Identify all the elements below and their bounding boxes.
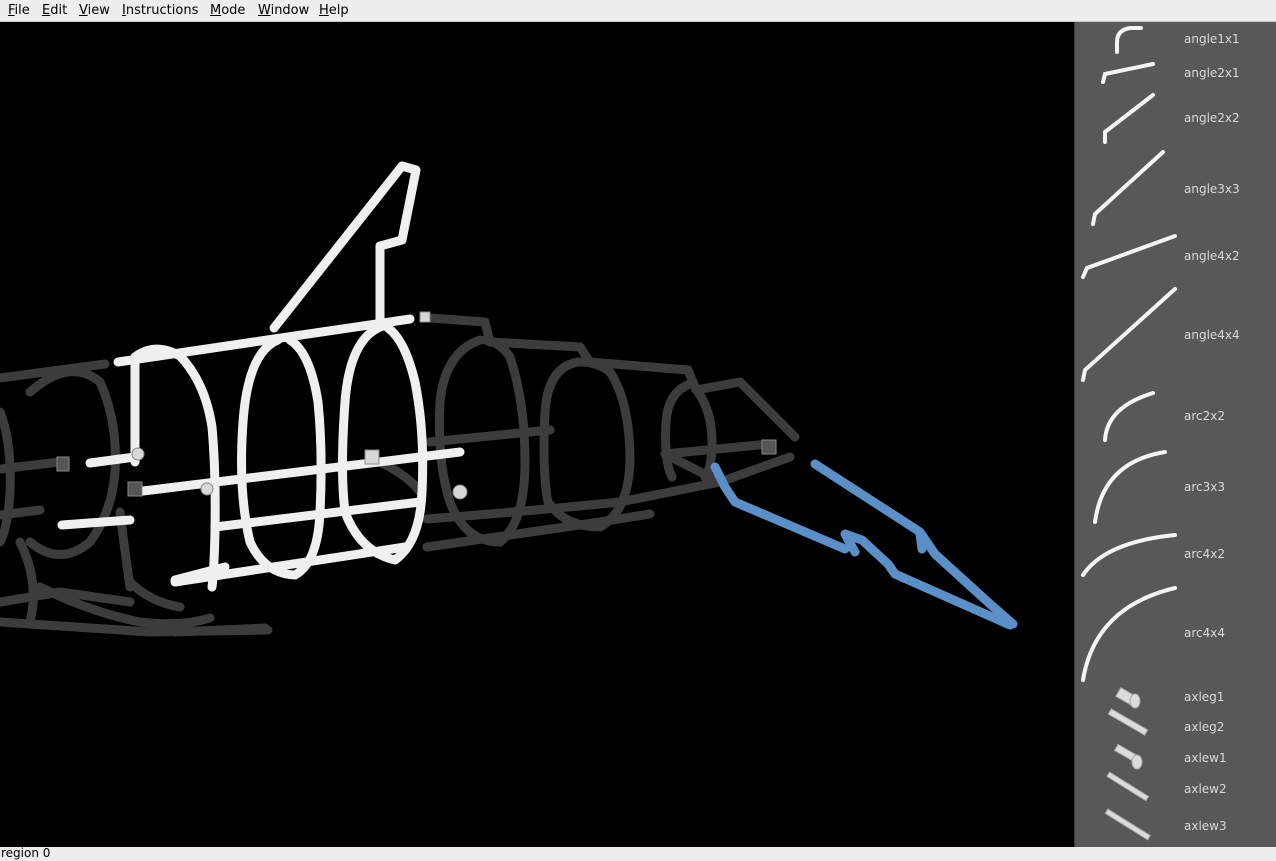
model-render bbox=[0, 161, 1018, 637]
part-thumbnails bbox=[1081, 26, 1177, 841]
menu-mode[interactable]: Mode bbox=[210, 3, 245, 18]
palette-item-axleg2[interactable]: axleg2 bbox=[1184, 720, 1224, 734]
menu-instructions[interactable]: Instructions bbox=[122, 3, 198, 18]
menu-bar: File Edit View Instructions Mode Window … bbox=[0, 0, 1276, 22]
angle2x1-icon bbox=[1101, 62, 1155, 84]
angle2x2-icon bbox=[1103, 93, 1155, 144]
arc3x3-icon bbox=[1093, 450, 1167, 524]
menu-file[interactable]: File bbox=[8, 3, 30, 18]
palette-item-angle4x4[interactable]: angle4x4 bbox=[1184, 328, 1240, 342]
status-text: region 0 bbox=[1, 846, 51, 860]
palette-item-axlew1[interactable]: axlew1 bbox=[1184, 751, 1227, 765]
palette-item-axleg1[interactable]: axleg1 bbox=[1184, 690, 1224, 704]
angle1x1-icon bbox=[1115, 26, 1143, 54]
palette-item-axlew3[interactable]: axlew3 bbox=[1184, 819, 1227, 833]
arc4x2-icon bbox=[1081, 533, 1177, 577]
palette-item-angle1x1[interactable]: angle1x1 bbox=[1184, 32, 1240, 46]
axleg2-icon bbox=[1107, 708, 1149, 736]
part-palette: angle1x1 angle2x1 angle2x2 angle3x3 angl… bbox=[1074, 22, 1276, 847]
menu-window[interactable]: Window bbox=[258, 3, 309, 18]
3d-viewport[interactable] bbox=[0, 22, 1074, 847]
angle4x2-icon bbox=[1081, 234, 1177, 279]
palette-item-axlew2[interactable]: axlew2 bbox=[1184, 782, 1227, 796]
menu-edit[interactable]: Edit bbox=[42, 3, 67, 18]
palette-item-angle2x1[interactable]: angle2x1 bbox=[1184, 66, 1240, 80]
palette-item-arc2x2[interactable]: arc2x2 bbox=[1184, 409, 1225, 423]
arc4x4-icon bbox=[1081, 586, 1177, 682]
palette-item-angle3x3[interactable]: angle3x3 bbox=[1184, 182, 1240, 196]
status-bar: region 0 bbox=[0, 846, 1276, 861]
palette-item-arc4x2[interactable]: arc4x2 bbox=[1184, 547, 1225, 561]
selected-tube-frame bbox=[57, 161, 465, 592]
palette-item-angle4x2[interactable]: angle4x2 bbox=[1184, 249, 1240, 263]
angle4x4-icon bbox=[1081, 287, 1177, 382]
angle3x3-icon bbox=[1091, 150, 1165, 226]
palette-item-angle2x2[interactable]: angle2x2 bbox=[1184, 111, 1240, 125]
axlew3-icon bbox=[1104, 808, 1151, 841]
highlighted-tail-fin bbox=[710, 459, 1018, 630]
arc2x2-icon bbox=[1103, 391, 1155, 442]
axlew2-icon bbox=[1106, 771, 1150, 802]
palette-item-arc3x3[interactable]: arc3x3 bbox=[1184, 480, 1225, 494]
palette-item-arc4x4[interactable]: arc4x4 bbox=[1184, 626, 1225, 640]
menu-view[interactable]: View bbox=[79, 3, 110, 18]
menu-help[interactable]: Help bbox=[319, 3, 349, 18]
